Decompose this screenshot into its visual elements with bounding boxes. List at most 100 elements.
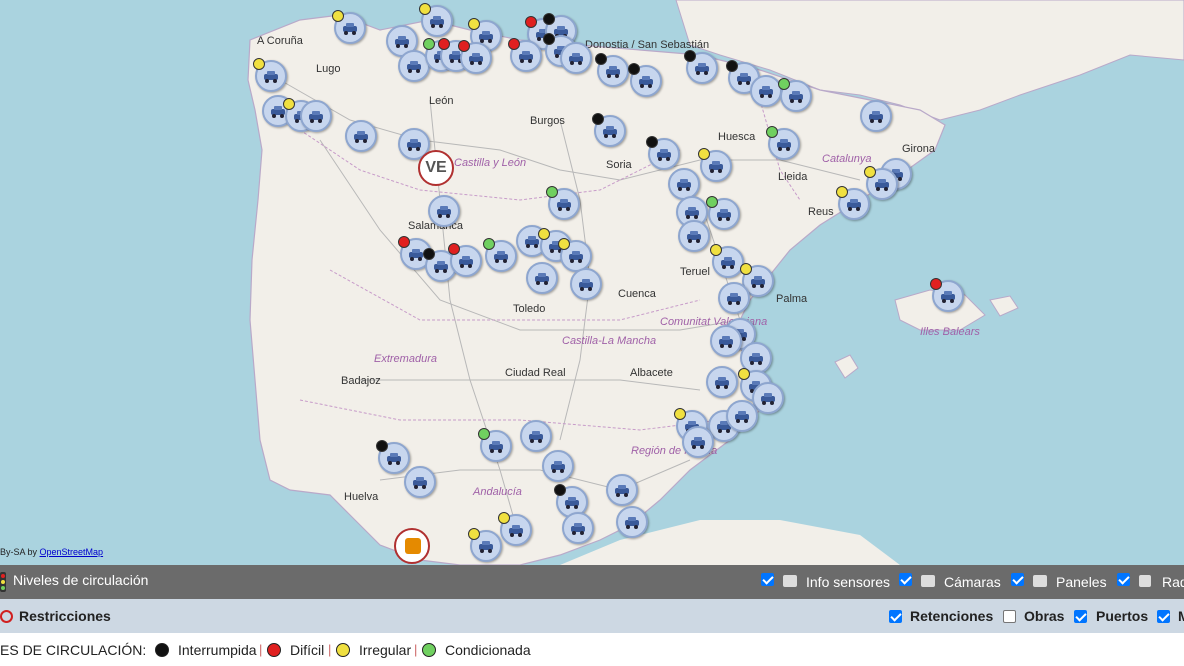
incident-marker[interactable] <box>930 278 964 312</box>
incident-marker[interactable] <box>706 366 738 398</box>
incident-marker[interactable] <box>710 244 744 278</box>
traffic-map[interactable]: A Coruña Lugo León Burgos Donostia / San… <box>0 0 1184 565</box>
car-icon <box>707 157 725 175</box>
car-icon <box>432 257 450 275</box>
region-label: Castilla y León <box>454 157 527 169</box>
incident-marker[interactable] <box>864 166 898 200</box>
incident-marker[interactable] <box>778 78 812 112</box>
incident-marker[interactable] <box>750 75 782 107</box>
incident-marker[interactable] <box>428 195 460 227</box>
info-sensores-checkbox[interactable] <box>761 573 774 586</box>
status-dot <box>423 248 435 260</box>
incident-marker[interactable] <box>718 282 750 314</box>
incident-marker[interactable] <box>483 238 517 272</box>
car-icon <box>775 135 793 153</box>
radares-checkbox[interactable] <box>1117 573 1130 586</box>
status-dot <box>546 186 558 198</box>
incident-marker[interactable] <box>419 3 453 37</box>
status-dot <box>628 63 640 75</box>
incident-marker[interactable] <box>570 268 602 300</box>
car-icon <box>749 272 767 290</box>
incident-marker[interactable] <box>682 426 714 458</box>
car-icon <box>341 19 359 37</box>
incident-marker[interactable] <box>478 428 512 462</box>
incident-marker[interactable] <box>628 63 662 97</box>
incident-marker[interactable] <box>345 120 377 152</box>
incident-marker[interactable] <box>376 440 410 474</box>
status-dot <box>376 440 388 452</box>
car-icon <box>393 32 411 50</box>
ve-restriction-marker[interactable]: VE <box>418 150 454 186</box>
incident-marker[interactable] <box>468 528 502 562</box>
incident-marker[interactable] <box>404 466 436 498</box>
incident-marker[interactable] <box>646 136 680 170</box>
incident-marker[interactable] <box>616 506 648 538</box>
incident-marker[interactable] <box>766 126 800 160</box>
incident-marker[interactable] <box>542 450 574 482</box>
puertos-label[interactable]: Puertos <box>1096 608 1148 624</box>
extra-checkbox[interactable] <box>1157 610 1170 623</box>
osm-link[interactable]: OpenStreetMap <box>40 547 104 557</box>
incident-marker[interactable] <box>698 148 732 182</box>
car-icon <box>411 473 429 491</box>
incident-marker[interactable] <box>710 325 742 357</box>
city-label: Huelva <box>344 491 379 503</box>
incident-marker[interactable] <box>606 474 638 506</box>
traffic-levels-title[interactable]: Niveles de circulación <box>13 572 148 588</box>
obras-checkbox[interactable] <box>1003 610 1016 623</box>
car-icon <box>507 521 525 539</box>
legend-label: Interrumpida <box>178 642 257 658</box>
incident-marker[interactable] <box>560 42 592 74</box>
incident-marker[interactable] <box>253 58 287 92</box>
incident-marker[interactable] <box>706 196 740 230</box>
incident-marker[interactable] <box>595 53 629 87</box>
city-label: Lugo <box>316 63 341 75</box>
incident-marker[interactable] <box>678 220 710 252</box>
car-icon <box>717 332 735 350</box>
status-dot <box>253 58 265 70</box>
car-icon <box>262 67 280 85</box>
incident-marker[interactable] <box>684 50 718 84</box>
incident-marker[interactable] <box>300 100 332 132</box>
puertos-checkbox[interactable] <box>1074 610 1087 623</box>
incident-marker[interactable] <box>562 512 594 544</box>
incident-marker[interactable] <box>448 243 482 277</box>
radares-label[interactable]: Rad <box>1162 574 1184 590</box>
incident-marker[interactable] <box>332 10 366 44</box>
region-label: Castilla-La Mancha <box>562 335 657 347</box>
info-sensores-label[interactable]: Info sensores <box>806 574 890 590</box>
restrictions-title[interactable]: Restricciones <box>19 608 111 624</box>
car-icon <box>683 203 701 221</box>
status-dot <box>438 38 450 50</box>
incident-marker[interactable] <box>860 100 892 132</box>
incident-marker[interactable] <box>546 186 580 220</box>
obras-label[interactable]: Obras <box>1024 608 1064 624</box>
status-dot <box>864 166 876 178</box>
incident-marker[interactable] <box>726 400 758 432</box>
incident-marker[interactable] <box>526 262 558 294</box>
status-dot <box>726 60 738 72</box>
retenciones-checkbox[interactable] <box>889 610 902 623</box>
incident-marker[interactable] <box>592 113 626 147</box>
car-icon <box>467 49 485 67</box>
incident-marker[interactable] <box>458 40 492 74</box>
paneles-checkbox[interactable] <box>1011 573 1024 586</box>
city-label: León <box>429 95 454 107</box>
status-dot <box>483 238 495 250</box>
incident-marker[interactable] <box>508 38 542 72</box>
status-dot <box>283 98 295 110</box>
incident-marker[interactable] <box>836 186 870 220</box>
city-label: Cuenca <box>618 288 656 300</box>
incident-marker[interactable] <box>498 512 532 546</box>
camaras-label[interactable]: Cámaras <box>944 574 1001 590</box>
extra-label[interactable]: M <box>1178 608 1184 624</box>
incident-marker[interactable] <box>520 420 552 452</box>
paneles-label[interactable]: Paneles <box>1056 574 1107 590</box>
car-icon <box>613 481 631 499</box>
truck-restriction-marker[interactable] <box>394 528 430 564</box>
incident-marker[interactable] <box>668 168 700 200</box>
panel-icon <box>1033 575 1047 587</box>
status-dot <box>698 148 710 160</box>
camaras-checkbox[interactable] <box>899 573 912 586</box>
retenciones-label[interactable]: Retenciones <box>910 608 993 624</box>
